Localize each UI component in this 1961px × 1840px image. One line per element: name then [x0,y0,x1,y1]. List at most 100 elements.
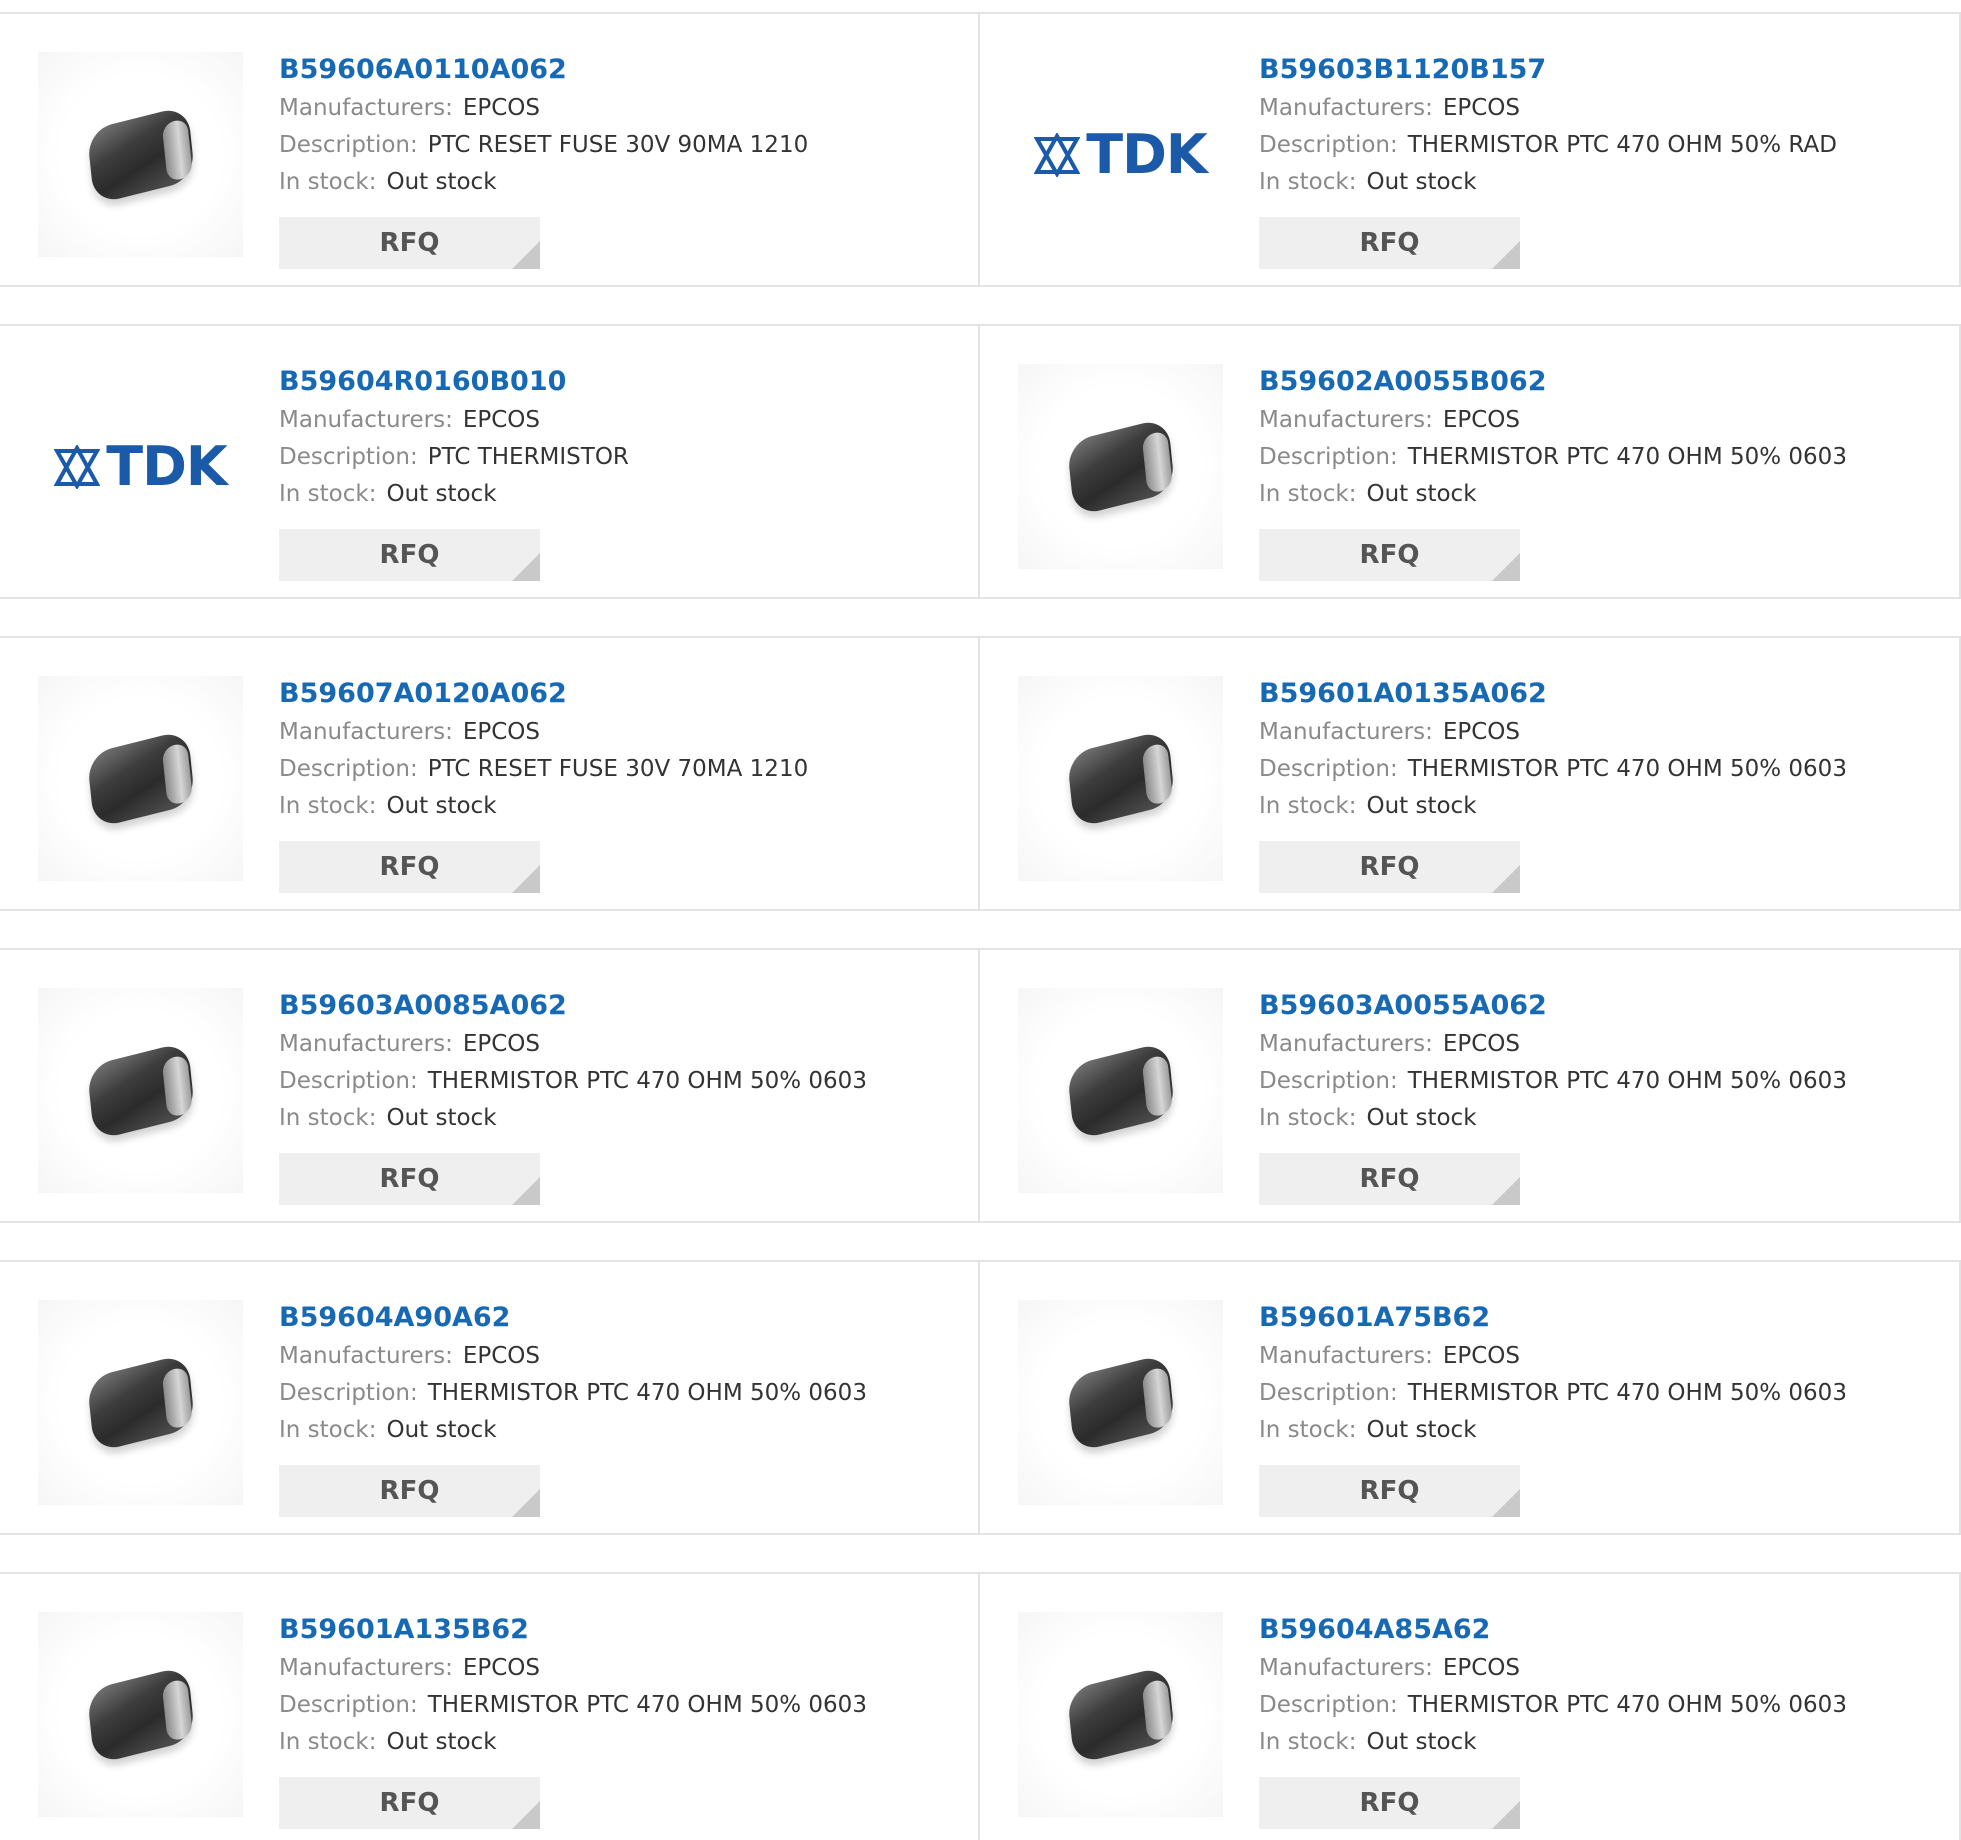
product-image[interactable] [1018,364,1223,569]
rfq-button[interactable]: RFQ [279,1153,540,1205]
product-row: B59601A135B62 Manufacturers: EPCOS Descri… [0,1572,1961,1840]
stock-label: In stock: [279,1417,377,1443]
rfq-button[interactable]: RFQ [279,1777,540,1829]
manufacturer-value: EPCOS [462,719,540,745]
stock-row: In stock: Out stock [1259,476,1847,513]
manufacturer-value: EPCOS [462,1655,540,1681]
chip-photo [38,676,243,881]
product-image[interactable] [1018,988,1223,1193]
tdk-logo-text: TDK [106,435,228,498]
product-image[interactable] [38,1300,243,1505]
description-label: Description: [279,444,418,470]
product-row: B59606A0110A062 Manufacturers: EPCOS Desc… [0,12,1961,287]
part-number-link[interactable]: B59601A135B62 [279,1610,867,1650]
manufacturer-value: EPCOS [462,1031,540,1057]
product-info: B59601A75B62 Manufacturers: EPCOS Descrip… [1259,1298,1847,1517]
part-number-link[interactable]: B59602A0055B062 [1259,362,1847,402]
description-label: Description: [279,1068,418,1094]
stock-value: Out stock [1366,481,1477,507]
manufacturer-row: Manufacturers: EPCOS [1259,1026,1847,1063]
product-image[interactable] [1018,676,1223,881]
part-number-link[interactable]: B59603A0085A062 [279,986,867,1026]
stock-row: In stock: Out stock [279,1412,867,1449]
part-number-link[interactable]: B59604R0160B010 [279,362,629,402]
stock-row: In stock: Out stock [279,788,808,825]
product-image[interactable]: TDK [1018,52,1223,257]
part-number-link[interactable]: B59606A0110A062 [279,50,808,90]
part-number-link[interactable]: B59607A0120A062 [279,674,808,714]
product-image[interactable] [38,52,243,257]
chip-icon [1066,1664,1175,1765]
rfq-button-label: RFQ [1359,1788,1420,1818]
description-label: Description: [1259,756,1398,782]
description-row: Description: THERMISTOR PTC 470 OHM 50% 0… [279,1687,867,1724]
product-image[interactable]: TDK [38,364,243,569]
product-image[interactable] [38,988,243,1193]
product-image[interactable] [38,1612,243,1817]
manufacturer-value: EPCOS [1442,95,1520,121]
stock-label: In stock: [279,1105,377,1131]
rfq-button-label: RFQ [379,228,440,258]
rfq-button[interactable]: RFQ [1259,1153,1520,1205]
product-info: B59604A85A62 Manufacturers: EPCOS Descrip… [1259,1610,1847,1829]
stock-row: In stock: Out stock [1259,788,1847,825]
description-label: Description: [1259,132,1398,158]
manufacturer-label: Manufacturers: [279,407,453,433]
stock-row: In stock: Out stock [1259,164,1837,201]
manufacturer-value: EPCOS [1442,1031,1520,1057]
stock-label: In stock: [279,169,377,195]
part-number-link[interactable]: B59603B1120B157 [1259,50,1837,90]
description-label: Description: [1259,1692,1398,1718]
chip-icon [86,104,195,205]
manufacturer-label: Manufacturers: [1259,1655,1433,1681]
description-label: Description: [279,1692,418,1718]
manufacturer-label: Manufacturers: [1259,95,1433,121]
description-value: THERMISTOR PTC 470 OHM 50% 0603 [427,1380,867,1406]
description-value: THERMISTOR PTC 470 OHM 50% 0603 [1407,444,1847,470]
rfq-button[interactable]: RFQ [1259,217,1520,269]
product-image[interactable] [1018,1612,1223,1817]
manufacturer-value: EPCOS [1442,1343,1520,1369]
chip-photo [38,52,243,257]
description-label: Description: [1259,1380,1398,1406]
part-number-link[interactable]: B59604A90A62 [279,1298,867,1338]
product-image[interactable] [1018,1300,1223,1505]
stock-label: In stock: [279,793,377,819]
rfq-button[interactable]: RFQ [1259,1777,1520,1829]
part-number-link[interactable]: B59603A0055A062 [1259,986,1847,1026]
rfq-button[interactable]: RFQ [1259,841,1520,893]
description-label: Description: [1259,444,1398,470]
manufacturer-label: Manufacturers: [279,1343,453,1369]
chip-photo [1018,1612,1223,1817]
rfq-button[interactable]: RFQ [279,1465,540,1517]
manufacturer-row: Manufacturers: EPCOS [279,1026,867,1063]
button-corner-decoration [1492,1177,1520,1205]
part-number-link[interactable]: B59604A85A62 [1259,1610,1847,1650]
tdk-emblem-icon [54,444,101,489]
product-info: B59603A0055A062 Manufacturers: EPCOS Desc… [1259,986,1847,1205]
product-row: B59607A0120A062 Manufacturers: EPCOS Desc… [0,636,1961,911]
product-info: B59604A90A62 Manufacturers: EPCOS Descrip… [279,1298,867,1517]
part-number-link[interactable]: B59601A0135A062 [1259,674,1847,714]
chip-icon [86,1352,195,1453]
rfq-button-label: RFQ [379,1164,440,1194]
stock-value: Out stock [1366,1729,1477,1755]
chip-icon [1066,728,1175,829]
description-value: THERMISTOR PTC 470 OHM 50% 0603 [1407,1380,1847,1406]
button-corner-decoration [1492,1801,1520,1829]
rfq-button[interactable]: RFQ [1259,1465,1520,1517]
chip-icon [86,1664,195,1765]
product-card: B59601A0135A062 Manufacturers: EPCOS Desc… [980,636,1961,911]
rfq-button[interactable]: RFQ [279,841,540,893]
manufacturer-label: Manufacturers: [1259,407,1433,433]
rfq-button-label: RFQ [1359,540,1420,570]
manufacturer-row: Manufacturers: EPCOS [279,714,808,751]
product-info: B59601A0135A062 Manufacturers: EPCOS Desc… [1259,674,1847,893]
description-row: Description: THERMISTOR PTC 470 OHM 50% 0… [1259,1375,1847,1412]
rfq-button[interactable]: RFQ [1259,529,1520,581]
rfq-button[interactable]: RFQ [279,217,540,269]
product-image[interactable] [38,676,243,881]
rfq-button[interactable]: RFQ [279,529,540,581]
description-row: Description: THERMISTOR PTC 470 OHM 50% 0… [1259,1687,1847,1724]
part-number-link[interactable]: B59601A75B62 [1259,1298,1847,1338]
